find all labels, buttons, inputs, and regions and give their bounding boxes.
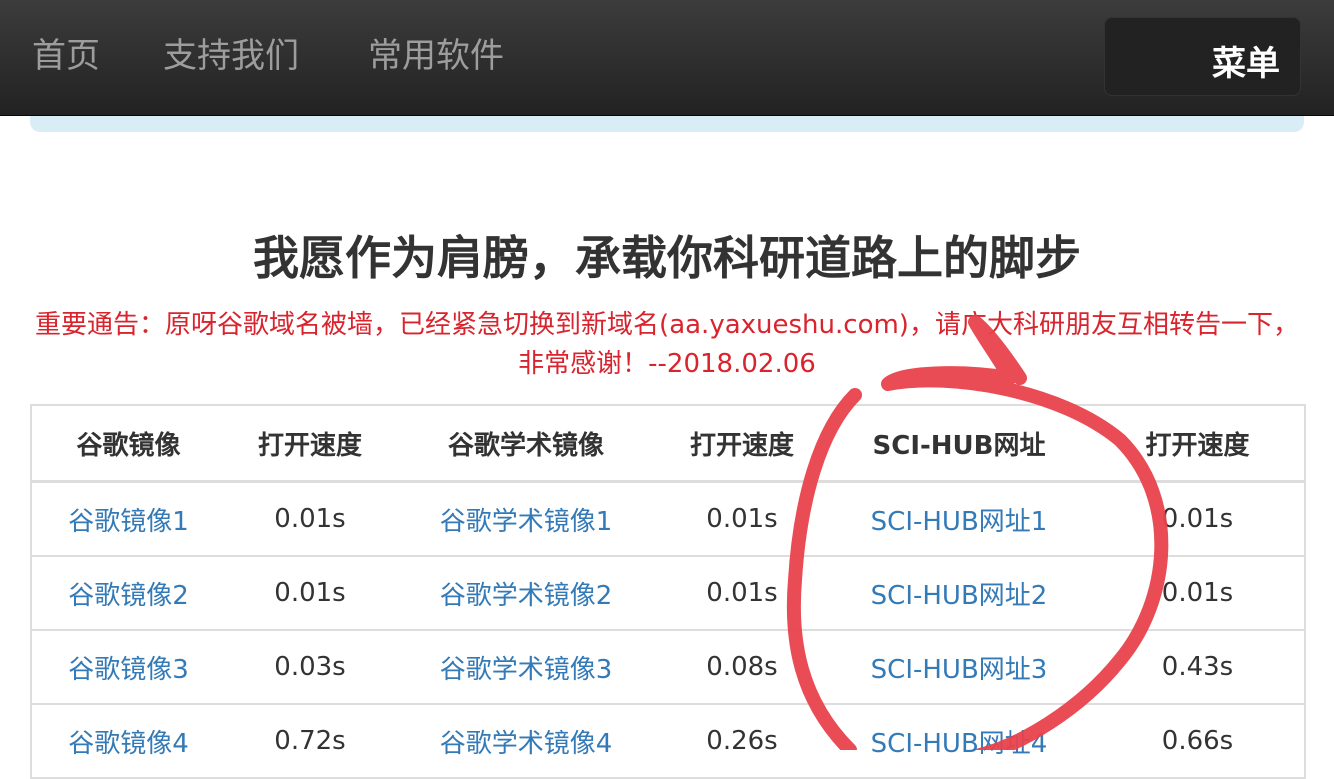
table-row: 谷歌镜像4 0.72s 谷歌学术镜像4 0.26s SCI-HUB网址4 0.6… (31, 703, 1305, 778)
top-navbar: 首页 支持我们 常用软件 菜单 (0, 0, 1334, 116)
col-header-scihub-url: SCI-HUB网址 (827, 405, 1091, 483)
col-header-speed: 打开速度 (225, 405, 395, 483)
nav-common-software-link[interactable]: 常用软件 (368, 28, 504, 77)
speed-value: 0.01s (225, 555, 395, 630)
scihub-link[interactable]: SCI-HUB网址4 (871, 729, 1048, 759)
table-header-row: 谷歌镜像 打开速度 谷歌学术镜像 打开速度 SCI-HUB网址 打开速度 (31, 405, 1305, 483)
google-mirror-link[interactable]: 谷歌镜像3 (68, 655, 189, 685)
col-header-google-mirror: 谷歌镜像 (31, 405, 225, 483)
speed-value: 0.26s (657, 703, 827, 778)
speed-value: 0.66s (1091, 703, 1305, 778)
scholar-mirror-link[interactable]: 谷歌学术镜像3 (440, 655, 613, 685)
speed-value: 0.01s (657, 555, 827, 630)
col-header-scholar-mirror: 谷歌学术镜像 (395, 405, 657, 483)
mirror-table: 谷歌镜像 打开速度 谷歌学术镜像 打开速度 SCI-HUB网址 打开速度 谷歌镜… (30, 404, 1306, 779)
nav-home-link[interactable]: 首页 (32, 28, 100, 77)
speed-value: 0.01s (1091, 555, 1305, 630)
col-header-speed: 打开速度 (657, 405, 827, 483)
scholar-mirror-link[interactable]: 谷歌学术镜像2 (440, 581, 613, 611)
important-notice: 重要通告：原呀谷歌域名被墙，已经紧急切换到新域名(aa.yaxueshu.com… (35, 310, 1299, 379)
table-row: 谷歌镜像3 0.03s 谷歌学术镜像3 0.08s SCI-HUB网址3 0.4… (31, 629, 1305, 704)
info-alert-strip (30, 116, 1304, 132)
speed-value: 0.03s (225, 629, 395, 704)
google-mirror-link[interactable]: 谷歌镜像4 (68, 729, 189, 759)
col-header-speed: 打开速度 (1091, 405, 1305, 483)
google-mirror-link[interactable]: 谷歌镜像2 (68, 581, 189, 611)
speed-value: 0.01s (657, 480, 827, 556)
speed-value: 0.01s (225, 480, 395, 556)
speed-value: 0.01s (1091, 480, 1305, 556)
table-row: 谷歌镜像1 0.01s 谷歌学术镜像1 0.01s SCI-HUB网址1 0.0… (31, 480, 1305, 556)
page-headline: 我愿作为肩膀，承载你科研道路上的脚步 (253, 231, 1081, 285)
table-row: 谷歌镜像2 0.01s 谷歌学术镜像2 0.01s SCI-HUB网址2 0.0… (31, 555, 1305, 630)
menu-button[interactable]: 菜单 (1104, 17, 1301, 96)
google-mirror-link[interactable]: 谷歌镜像1 (68, 507, 189, 537)
menu-button-label: 菜单 (1212, 44, 1280, 84)
scholar-mirror-link[interactable]: 谷歌学术镜像4 (440, 729, 613, 759)
scihub-link[interactable]: SCI-HUB网址2 (871, 581, 1048, 611)
speed-value: 0.72s (225, 703, 395, 778)
speed-value: 0.08s (657, 629, 827, 704)
scihub-link[interactable]: SCI-HUB网址1 (871, 507, 1048, 537)
scihub-link[interactable]: SCI-HUB网址3 (871, 655, 1048, 685)
scholar-mirror-link[interactable]: 谷歌学术镜像1 (440, 507, 613, 537)
nav-support-us-link[interactable]: 支持我们 (163, 28, 299, 77)
speed-value: 0.43s (1091, 629, 1305, 704)
